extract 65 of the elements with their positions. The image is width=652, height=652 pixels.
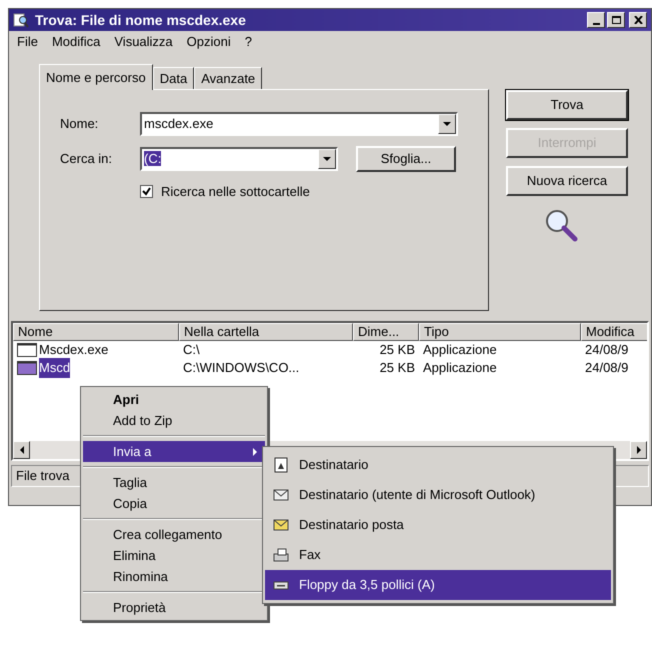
checkbox[interactable] — [140, 185, 153, 198]
column-header[interactable]: Dime... — [353, 323, 419, 341]
menu-item[interactable]: Invia a — [83, 441, 265, 462]
menu-item[interactable]: Visualizza — [114, 32, 173, 52]
menu-item[interactable]: Floppy da 3,5 pollici (A) — [265, 570, 611, 600]
table-cell-text: Applicazione — [423, 341, 497, 360]
table-cell-text: 24/08/9 — [585, 359, 628, 378]
combo-box[interactable]: mscdex.exe — [140, 112, 458, 136]
tab[interactable]: Nome e percorso — [39, 64, 153, 90]
menu-item[interactable]: Destinatario posta — [265, 510, 611, 540]
fax-machine-icon — [273, 547, 289, 563]
tab[interactable]: Avanzate — [194, 67, 262, 89]
menu-item[interactable]: Proprietà — [83, 597, 265, 618]
tab[interactable]: Data — [152, 67, 194, 89]
column-header[interactable]: Modifica — [581, 323, 647, 341]
search-icon — [544, 208, 578, 242]
application-window-icon — [17, 361, 37, 375]
menu-item[interactable]: Destinatario — [265, 450, 611, 480]
close-icon — [634, 16, 642, 24]
browse-button[interactable]: Sfoglia... — [356, 146, 456, 172]
column-header[interactable]: Nome — [13, 323, 179, 341]
right-arrow-icon — [636, 446, 640, 454]
action-button[interactable]: Trova — [506, 90, 628, 120]
menu-item[interactable]: Rinomina — [83, 566, 265, 587]
table-cell-text: C:\WINDOWS\CO... — [183, 359, 300, 378]
close-button[interactable] — [629, 12, 647, 28]
minimize-button[interactable] — [587, 12, 605, 28]
menu-item[interactable]: Elimina — [83, 545, 265, 566]
menu-item[interactable]: Destinatario (utente di Microsoft Outlook) — [265, 480, 611, 510]
column-header[interactable]: Nella cartella — [179, 323, 353, 341]
field-label: Nome: — [60, 115, 100, 134]
menu-item[interactable]: Add to Zip — [83, 410, 265, 431]
envelope-icon — [273, 517, 289, 533]
table-cell-text: 25 KB — [380, 341, 415, 360]
menu-item[interactable]: Modifica — [52, 32, 100, 52]
status-text: File trova — [16, 467, 70, 486]
envelope-icon — [273, 487, 289, 503]
checkbox-label: Ricerca nelle sottocartelle — [161, 183, 310, 201]
menu-item[interactable]: File — [17, 32, 38, 52]
scroll-right-button[interactable] — [630, 441, 647, 459]
combo-box[interactable]: (C: — [140, 147, 338, 171]
menu-item[interactable]: Crea collegamento — [83, 524, 265, 545]
submenu-arrow-icon — [253, 448, 257, 456]
table-cell: Mscd — [39, 358, 70, 378]
column-header[interactable]: Tipo — [419, 323, 581, 341]
table-cell-text: 25 KB — [380, 359, 415, 378]
action-button[interactable]: Nuova ricerca — [506, 166, 628, 196]
table-cell-text: C:\ — [183, 341, 200, 360]
maximize-button[interactable] — [607, 12, 625, 28]
menu-item[interactable]: Copia — [83, 493, 265, 514]
table-cell-text: 24/08/9 — [585, 341, 628, 360]
menu-item[interactable]: Fax — [265, 540, 611, 570]
table-cell-text: Applicazione — [423, 359, 497, 378]
menu-item[interactable]: Opzioni — [186, 32, 231, 52]
menu-item[interactable]: Apri — [83, 389, 265, 410]
window-title: Trova: File di nome mscdex.exe — [35, 10, 247, 30]
application-window-icon — [17, 343, 37, 357]
table-cell-text: Mscdex.exe — [39, 341, 108, 360]
document-icon — [273, 457, 289, 473]
left-arrow-icon — [20, 446, 24, 454]
menu-item[interactable]: Taglia — [83, 472, 265, 493]
field-label: Cerca in: — [60, 150, 114, 168]
magnifier-document-icon — [13, 12, 29, 28]
menu-item[interactable]: ? — [244, 32, 252, 52]
scroll-left-button[interactable] — [13, 441, 30, 459]
